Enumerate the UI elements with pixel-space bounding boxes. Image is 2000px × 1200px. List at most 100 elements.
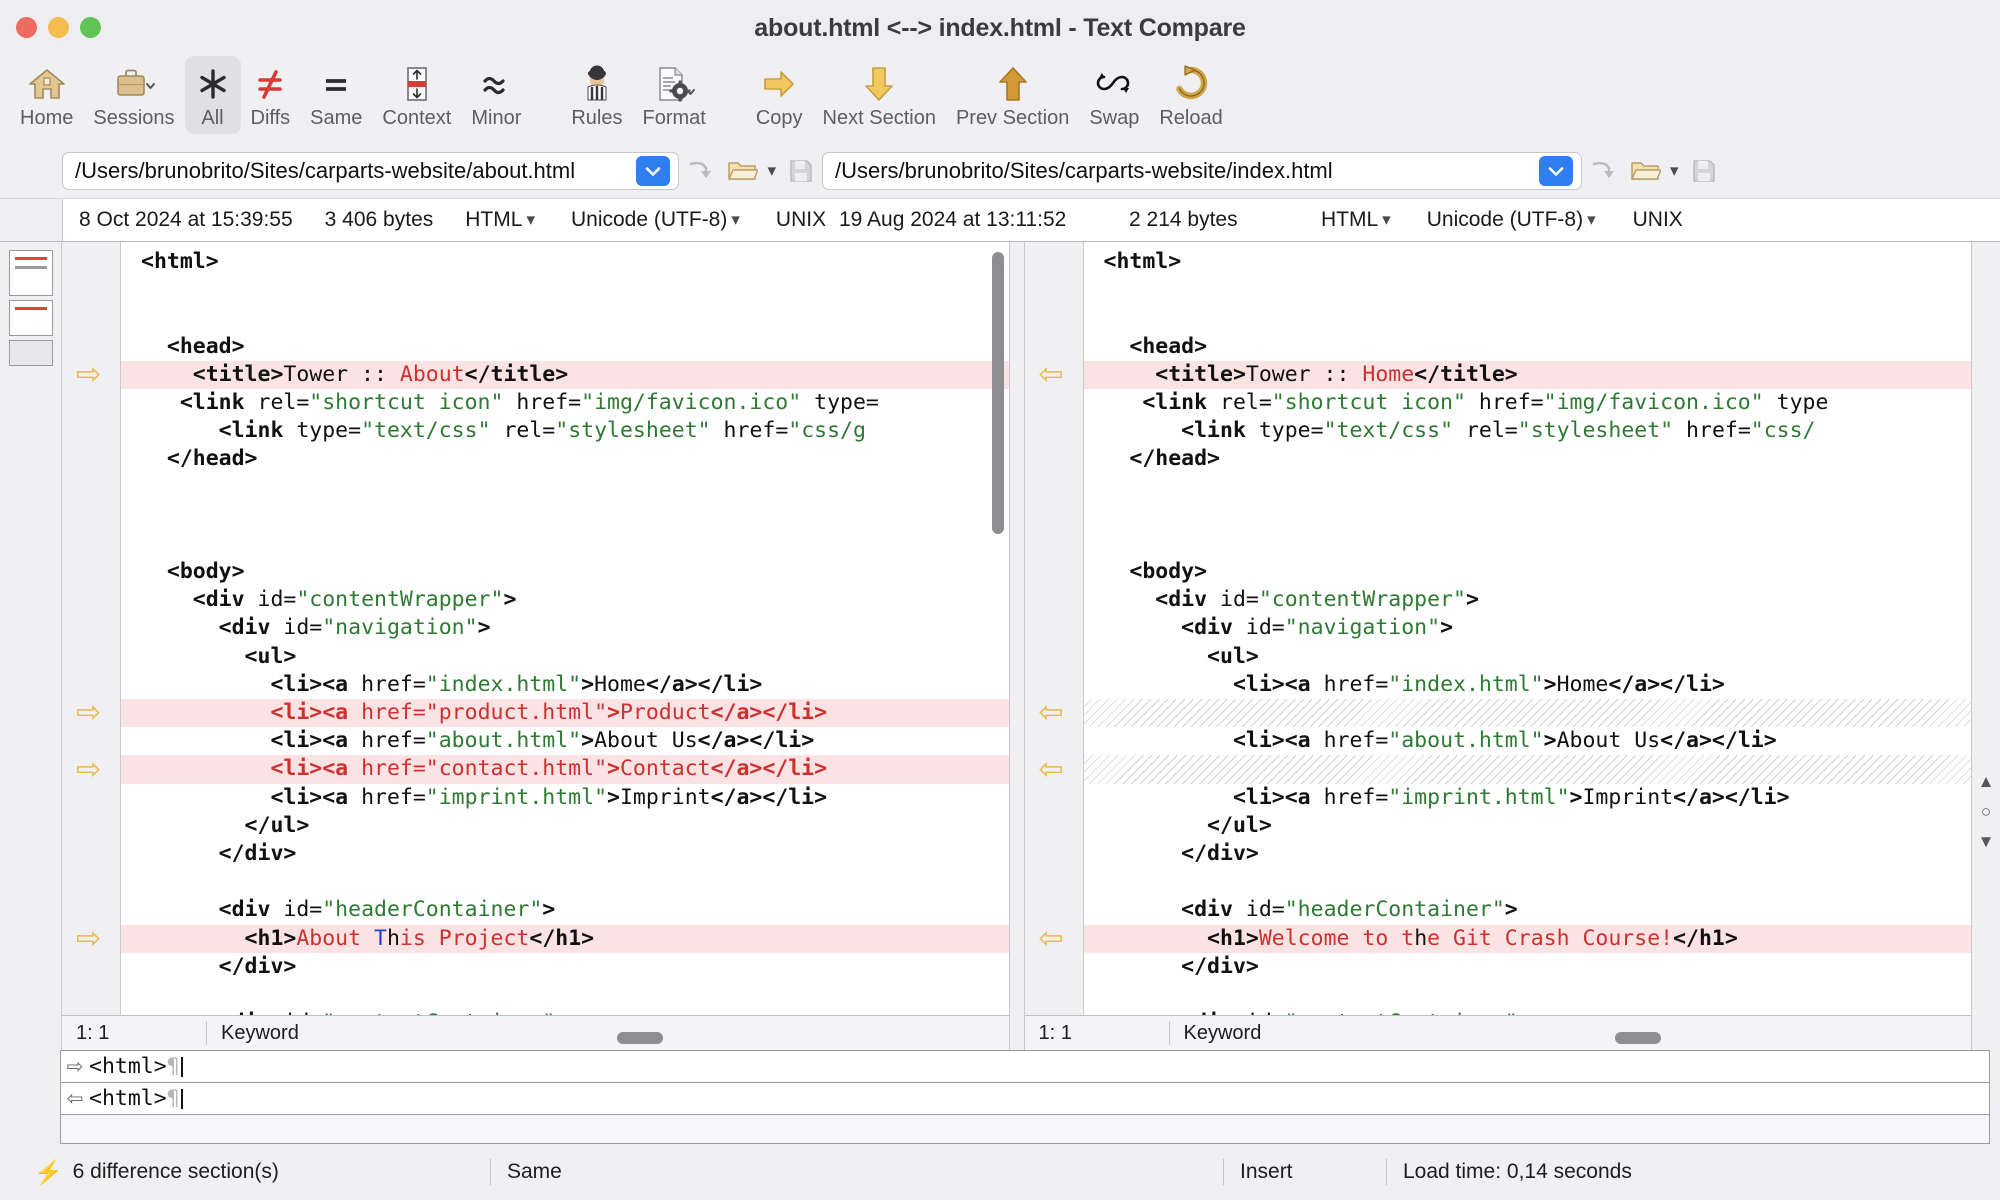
toolbar-button-all[interactable]: All bbox=[185, 56, 241, 134]
toolbar-button-sessions[interactable]: Sessions bbox=[83, 56, 184, 134]
code-line[interactable]: </ul> bbox=[121, 812, 1009, 840]
left-hscroll-knob[interactable] bbox=[617, 1032, 663, 1044]
code-line[interactable]: <li><a href="imprint.html">Imprint</a></… bbox=[121, 784, 1009, 812]
pane-splitter[interactable] bbox=[1009, 242, 1025, 1050]
code-line[interactable]: <div id="contentWrapper"> bbox=[121, 586, 1009, 614]
code-line[interactable]: <li><a href="index.html">Home</a></li> bbox=[121, 671, 1009, 699]
toolbar-button-diffs[interactable]: Diffs bbox=[241, 56, 301, 134]
toolbar-button-format[interactable]: Format bbox=[633, 56, 716, 134]
code-line[interactable]: </ul> bbox=[1084, 812, 1972, 840]
code-line[interactable] bbox=[1084, 699, 1972, 727]
code-line[interactable]: <div id="headerContainer"> bbox=[1084, 896, 1972, 924]
code-line[interactable] bbox=[121, 304, 1009, 332]
code-line[interactable] bbox=[121, 502, 1009, 530]
detail-row-right[interactable]: ⇦ <html>¶ bbox=[61, 1083, 1989, 1115]
code-line[interactable]: <ul> bbox=[1084, 643, 1972, 671]
left-format-select[interactable]: HTML ▾ bbox=[449, 208, 555, 232]
code-line[interactable] bbox=[121, 868, 1009, 896]
right-horizontal-scrollbar[interactable] bbox=[1025, 1032, 1972, 1046]
copy-left-arrow-icon[interactable]: ⇦ bbox=[1039, 758, 1069, 782]
code-line[interactable]: <div id="headerContainer"> bbox=[121, 896, 1009, 924]
code-line[interactable]: <div id="contentWrapper"> bbox=[1084, 586, 1972, 614]
code-line[interactable] bbox=[121, 530, 1009, 558]
code-line[interactable]: <html> bbox=[121, 248, 1009, 276]
overview-ribbon[interactable] bbox=[0, 242, 62, 1050]
right-diff-gutter[interactable]: ⇦ ⇦ ⇦ ⇦ bbox=[1025, 242, 1084, 1015]
sync-scroll-icon[interactable]: ○ bbox=[1976, 802, 1996, 822]
zoom-button[interactable] bbox=[80, 17, 101, 38]
toolbar-button-prev-section[interactable]: Prev Section bbox=[946, 56, 1079, 134]
right-save-icon[interactable] bbox=[1683, 151, 1725, 191]
code-line[interactable]: </div> bbox=[121, 840, 1009, 868]
toolbar-button-same[interactable]: Same bbox=[300, 56, 372, 134]
code-line[interactable]: <ul> bbox=[121, 643, 1009, 671]
code-line[interactable]: <li><a href="index.html">Home</a></li> bbox=[1084, 671, 1972, 699]
copy-right-arrow-icon[interactable]: ⇨ bbox=[76, 363, 106, 387]
toolbar-button-minor[interactable]: Minor bbox=[461, 56, 531, 134]
code-line[interactable]: </div> bbox=[1084, 840, 1972, 868]
code-line[interactable] bbox=[121, 474, 1009, 502]
copy-right-arrow-icon[interactable]: ⇨ bbox=[76, 701, 106, 725]
code-line[interactable]: <h1>About This Project</h1> bbox=[121, 925, 1009, 953]
code-line[interactable]: <li><a href="about.html">About Us</a></l… bbox=[121, 727, 1009, 755]
right-browse-recent-icon[interactable] bbox=[1582, 151, 1624, 191]
left-save-icon[interactable] bbox=[780, 151, 822, 191]
code-line[interactable]: <h1>Welcome to the Git Crash Course!</h1… bbox=[1084, 925, 1972, 953]
code-line[interactable]: <body> bbox=[121, 558, 1009, 586]
scroll-down-icon[interactable]: ▼ bbox=[1976, 832, 1996, 852]
left-diff-gutter[interactable]: ⇨⇨⇨⇨⇨ bbox=[62, 242, 121, 1015]
code-line[interactable] bbox=[1084, 755, 1972, 783]
copy-left-arrow-icon[interactable]: ⇦ bbox=[1039, 927, 1069, 951]
ribbon-thumb-left[interactable] bbox=[9, 250, 53, 296]
code-line[interactable]: </head> bbox=[121, 445, 1009, 473]
code-line[interactable]: <link rel="shortcut icon" href="img/favi… bbox=[1084, 389, 1972, 417]
left-path-field[interactable]: /Users/brunobrito/Sites/carparts-website… bbox=[62, 152, 679, 190]
toolbar-button-next-section[interactable]: Next Section bbox=[813, 56, 946, 134]
code-line[interactable] bbox=[1084, 304, 1972, 332]
code-line[interactable]: <title>Tower :: Home</title> bbox=[1084, 361, 1972, 389]
left-scroll-knob[interactable] bbox=[992, 252, 1004, 534]
code-line[interactable] bbox=[1084, 868, 1972, 896]
copy-left-arrow-icon[interactable]: ⇦ bbox=[1039, 701, 1069, 725]
copy-left-arrow-icon[interactable]: ⇦ bbox=[1039, 363, 1069, 387]
left-vertical-scrollbar[interactable] bbox=[990, 246, 1006, 1011]
code-line[interactable] bbox=[121, 981, 1009, 1009]
toolbar-button-reload[interactable]: Reload bbox=[1149, 56, 1232, 134]
right-path-dropdown-button[interactable] bbox=[1539, 156, 1573, 186]
ribbon-thumb-map[interactable] bbox=[9, 340, 53, 366]
code-line[interactable] bbox=[1084, 502, 1972, 530]
code-line[interactable]: <li><a href="contact.html">Contact</a></… bbox=[121, 755, 1009, 783]
code-line[interactable]: <link rel="shortcut icon" href="img/favi… bbox=[121, 389, 1009, 417]
code-line[interactable]: <html> bbox=[1084, 248, 1972, 276]
toolbar-button-home[interactable]: Home bbox=[10, 56, 83, 134]
code-line[interactable]: <div id="navigation"> bbox=[1084, 614, 1972, 642]
code-line[interactable]: <head> bbox=[1084, 333, 1972, 361]
left-open-folder-icon[interactable] bbox=[721, 151, 763, 191]
toolbar-button-context[interactable]: Context bbox=[372, 56, 461, 134]
minimize-button[interactable] bbox=[48, 17, 69, 38]
right-encoding-select[interactable]: Unicode (UTF-8) ▾ bbox=[1411, 208, 1616, 232]
code-line[interactable]: <li><a href="imprint.html">Imprint</a></… bbox=[1084, 784, 1972, 812]
toolbar-button-swap[interactable]: Swap bbox=[1079, 56, 1149, 134]
left-folder-dropdown-caret[interactable]: ▾ bbox=[763, 161, 780, 181]
right-hscroll-knob[interactable] bbox=[1615, 1032, 1661, 1044]
toolbar-button-copy[interactable]: Copy bbox=[746, 56, 813, 134]
left-horizontal-scrollbar[interactable] bbox=[62, 1032, 1009, 1046]
code-line[interactable] bbox=[1084, 276, 1972, 304]
detail-row-blank[interactable] bbox=[61, 1115, 1989, 1143]
detail-box[interactable]: ⇨ <html>¶ ⇦ <html>¶ bbox=[60, 1050, 1990, 1144]
code-line[interactable] bbox=[1084, 530, 1972, 558]
code-line[interactable] bbox=[1084, 474, 1972, 502]
close-button[interactable] bbox=[16, 17, 37, 38]
right-code-area[interactable]: <html> <head> <title>Tower :: Home</titl… bbox=[1084, 242, 1972, 1015]
ribbon-thumb-right[interactable] bbox=[9, 300, 53, 336]
code-line[interactable]: <link type="text/css" rel="stylesheet" h… bbox=[1084, 417, 1972, 445]
code-line[interactable]: </head> bbox=[1084, 445, 1972, 473]
code-line[interactable] bbox=[1084, 981, 1972, 1009]
left-browse-recent-icon[interactable] bbox=[679, 151, 721, 191]
code-line[interactable]: <li><a href="about.html">About Us</a></l… bbox=[1084, 727, 1972, 755]
copy-right-arrow-icon[interactable]: ⇨ bbox=[76, 927, 106, 951]
toolbar-button-rules[interactable]: Rules bbox=[561, 56, 632, 134]
copy-right-arrow-icon[interactable]: ⇨ bbox=[76, 758, 106, 782]
code-line[interactable]: <div id="navigation"> bbox=[121, 614, 1009, 642]
